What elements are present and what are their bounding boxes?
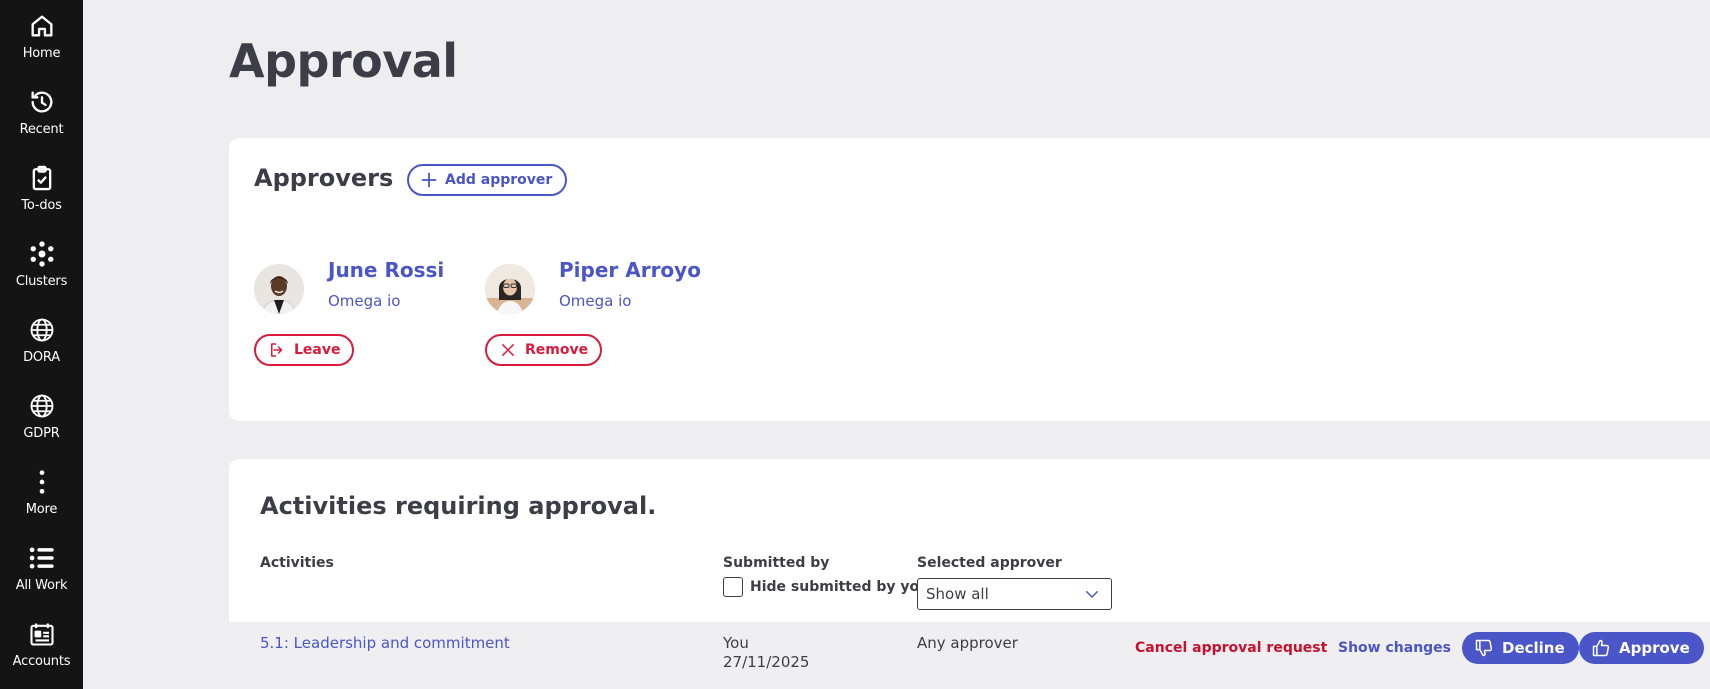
sidebar-item-to-dos[interactable]: To-dos bbox=[0, 152, 83, 228]
history-icon bbox=[28, 88, 56, 116]
approve-button[interactable]: Approve bbox=[1579, 632, 1704, 664]
selected-approver: Any approver bbox=[917, 634, 1018, 652]
approver-name[interactable]: June Rossi bbox=[328, 258, 444, 282]
accounts-icon bbox=[28, 620, 56, 648]
remove-button[interactable]: Remove bbox=[485, 334, 603, 366]
submitted-by: You bbox=[723, 634, 749, 652]
home-icon bbox=[28, 12, 56, 40]
globe-icon bbox=[28, 392, 56, 420]
approver-org: Omega io bbox=[328, 292, 401, 310]
sidebar-item-recent[interactable]: Recent bbox=[0, 76, 83, 152]
sidebar-item-label: Accounts bbox=[12, 654, 71, 669]
hide-submitted-checkbox[interactable]: Hide submitted by you bbox=[723, 577, 929, 597]
leave-label: Leave bbox=[294, 342, 341, 358]
clipboard-check-icon bbox=[28, 164, 56, 192]
approve-label: Approve bbox=[1619, 639, 1690, 657]
approvers-card: Approvers Add approver June Rossi Omega … bbox=[229, 138, 1710, 421]
sidebar: Home Recent To-dos Clusters DORA GDPR Mo… bbox=[0, 0, 83, 689]
add-approver-button[interactable]: Add approver bbox=[407, 164, 568, 196]
activities-heading: Activities requiring approval. bbox=[260, 492, 657, 520]
sidebar-item-accounts[interactable]: Accounts bbox=[0, 608, 83, 684]
approver-filter-select[interactable]: Show all bbox=[917, 578, 1112, 610]
sidebar-item-dora[interactable]: DORA bbox=[0, 304, 83, 380]
avatar bbox=[485, 264, 535, 314]
approver-org: Omega io bbox=[559, 292, 632, 310]
add-approver-label: Add approver bbox=[445, 172, 553, 188]
approver-card: Piper Arroyo Omega io Remove bbox=[485, 258, 715, 368]
approvers-heading: Approvers bbox=[254, 164, 394, 192]
approver-card: June Rossi Omega io Leave bbox=[254, 258, 484, 368]
approver-filter-value: Show all bbox=[926, 585, 989, 603]
sidebar-item-label: More bbox=[25, 502, 58, 517]
approver-name[interactable]: Piper Arroyo bbox=[559, 258, 701, 282]
sidebar-item-gdpr[interactable]: GDPR bbox=[0, 380, 83, 456]
table-row: 5.1: Leadership and commitment You 27/11… bbox=[229, 622, 1710, 689]
chevron-down-icon bbox=[1086, 591, 1098, 598]
sidebar-item-label: To-dos bbox=[21, 198, 62, 213]
cancel-approval-request-link[interactable]: Cancel approval request bbox=[1135, 640, 1327, 656]
avatar bbox=[254, 264, 304, 314]
show-changes-link[interactable]: Show changes bbox=[1338, 640, 1451, 656]
sidebar-item-clusters[interactable]: Clusters bbox=[0, 228, 83, 304]
activities-card: Activities requiring approval. Activitie… bbox=[229, 459, 1710, 689]
submitted-date: 27/11/2025 bbox=[723, 653, 810, 671]
column-header-submitted-by: Submitted by bbox=[723, 555, 830, 571]
sidebar-item-more[interactable]: More bbox=[0, 456, 83, 532]
logout-icon bbox=[271, 343, 283, 357]
checkbox-box[interactable] bbox=[723, 577, 743, 597]
decline-label: Decline bbox=[1502, 639, 1565, 657]
clusters-icon bbox=[28, 240, 56, 268]
plus-icon bbox=[421, 172, 437, 188]
sidebar-item-all-work[interactable]: All Work bbox=[0, 532, 83, 608]
sidebar-item-label: Clusters bbox=[15, 274, 68, 289]
column-header-selected-approver: Selected approver bbox=[917, 555, 1062, 571]
column-header-activities: Activities bbox=[260, 555, 334, 571]
page-title: Approval bbox=[229, 34, 458, 88]
thumbs-up-icon bbox=[1592, 639, 1610, 657]
remove-label: Remove bbox=[525, 342, 589, 358]
sidebar-item-label: All Work bbox=[15, 578, 68, 593]
decline-button[interactable]: Decline bbox=[1462, 632, 1579, 664]
sidebar-item-home[interactable]: Home bbox=[0, 0, 83, 76]
sidebar-item-label: Recent bbox=[19, 122, 64, 137]
list-icon bbox=[28, 544, 56, 572]
thumbs-down-icon bbox=[1475, 639, 1493, 657]
sidebar-item-label: Home bbox=[22, 46, 61, 61]
sidebar-item-label: DORA bbox=[23, 350, 60, 365]
globe-icon bbox=[28, 316, 56, 344]
leave-button[interactable]: Leave bbox=[254, 334, 355, 366]
sidebar-item-label: GDPR bbox=[23, 426, 60, 441]
close-icon bbox=[502, 344, 514, 356]
more-vertical-icon bbox=[28, 468, 56, 496]
activity-link[interactable]: 5.1: Leadership and commitment bbox=[260, 634, 510, 652]
hide-submitted-label: Hide submitted by you bbox=[750, 579, 930, 595]
